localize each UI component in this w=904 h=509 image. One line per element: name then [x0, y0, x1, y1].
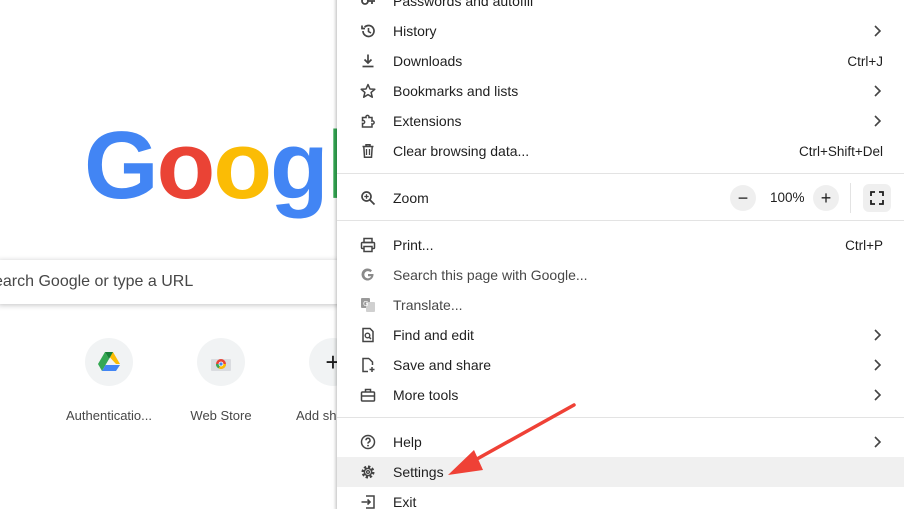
menu-item-label: Save and share	[393, 357, 492, 373]
fullscreen-button[interactable]	[863, 184, 891, 212]
trash-icon	[359, 142, 377, 160]
menu-item-label: Zoom	[393, 190, 429, 206]
chevron-right-icon	[874, 85, 882, 97]
menu-item-clear-browsing-data[interactable]: Clear browsing data... Ctrl+Shift+Del	[337, 136, 904, 166]
menu-item-shortcut: Ctrl+P	[845, 237, 883, 253]
google-g-icon	[359, 266, 377, 284]
zoom-in-button[interactable]: +	[813, 185, 839, 211]
gear-icon	[359, 463, 377, 481]
menu-item-find-and-edit[interactable]: Find and edit	[337, 320, 904, 350]
svg-text:G: G	[363, 300, 368, 308]
menu-item-zoom: Zoom − 100% +	[337, 183, 904, 213]
zoom-icon	[359, 189, 377, 207]
chrome-web-store-icon	[211, 359, 231, 371]
menu-item-translate[interactable]: G Translate...	[337, 290, 904, 320]
menu-item-shortcut: Ctrl+Shift+Del	[798, 143, 883, 159]
print-icon	[359, 236, 377, 254]
menu-item-label: More tools	[393, 387, 459, 403]
menu-item-label: Exit	[393, 494, 417, 509]
menu-item-bookmarks[interactable]: Bookmarks and lists	[337, 76, 904, 106]
menu-item-history[interactable]: History	[337, 16, 904, 46]
menu-item-label: Bookmarks and lists	[393, 83, 519, 99]
shortcut-tile	[197, 338, 245, 386]
shortcut-label: Web Store	[190, 408, 252, 423]
shortcut-label: Authenticatio...	[66, 408, 152, 423]
key-icon	[359, 0, 377, 10]
menu-item-settings[interactable]: Settings	[337, 457, 904, 487]
menu-item-label: Help	[393, 434, 422, 450]
menu-item-label: Downloads	[393, 53, 463, 69]
puzzle-icon	[359, 112, 377, 130]
menu-item-help[interactable]: Help	[337, 427, 904, 457]
chevron-right-icon	[874, 25, 882, 37]
menu-item-label: Passwords and autofill	[393, 0, 534, 9]
menu-item-label: Clear browsing data...	[393, 143, 530, 159]
menu-item-save-and-share[interactable]: Save and share	[337, 350, 904, 380]
chevron-right-icon	[874, 389, 882, 401]
shortcut-tile	[85, 338, 133, 386]
fullscreen-icon	[870, 191, 884, 205]
menu-item-more-tools[interactable]: More tools	[337, 380, 904, 410]
menu-item-extensions[interactable]: Extensions	[337, 106, 904, 136]
chevron-right-icon	[874, 359, 882, 371]
menu-divider	[337, 173, 904, 174]
menu-item-label: Find and edit	[393, 327, 474, 343]
menu-item-label: Translate...	[393, 297, 463, 313]
menu-item-label: Print...	[393, 237, 434, 253]
star-icon	[359, 82, 377, 100]
menu-divider	[337, 220, 904, 221]
search-placeholder: earch Google or type a URL	[0, 273, 194, 290]
search-box[interactable]: earch Google or type a URL	[0, 260, 358, 304]
menu-divider	[337, 417, 904, 418]
find-icon	[359, 326, 377, 344]
chrome-menu: Passwords and autofill History Downloads…	[337, 0, 904, 509]
zoom-divider	[850, 183, 851, 213]
menu-item-print[interactable]: Print... Ctrl+P	[337, 230, 904, 260]
menu-item-search-page[interactable]: Search this page with Google...	[337, 260, 904, 290]
translate-icon: G	[359, 296, 377, 314]
menu-item-exit[interactable]: Exit	[337, 487, 904, 509]
shortcut-web-store[interactable]: Web Store	[165, 338, 277, 423]
help-icon	[359, 433, 377, 451]
menu-item-passwords[interactable]: Passwords and autofill	[337, 0, 904, 16]
menu-item-label: Extensions	[393, 113, 462, 129]
history-icon	[359, 22, 377, 40]
shortcut-authenticator[interactable]: Authenticatio...	[53, 338, 165, 423]
menu-item-shortcut: Ctrl+J	[847, 53, 883, 69]
zoom-out-button[interactable]: −	[730, 185, 756, 211]
menu-item-label: History	[393, 23, 437, 39]
menu-item-label: Settings	[393, 464, 444, 480]
menu-item-downloads[interactable]: Downloads Ctrl+J	[337, 46, 904, 76]
zoom-level: 100%	[770, 190, 805, 205]
download-icon	[359, 52, 377, 70]
chevron-right-icon	[874, 436, 882, 448]
save-share-icon	[359, 356, 377, 374]
menu-item-label: Search this page with Google...	[393, 267, 588, 283]
chevron-right-icon	[874, 329, 882, 341]
chevron-right-icon	[874, 115, 882, 127]
exit-icon	[359, 493, 377, 509]
toolbox-icon	[359, 386, 377, 404]
google-drive-icon	[98, 352, 120, 371]
